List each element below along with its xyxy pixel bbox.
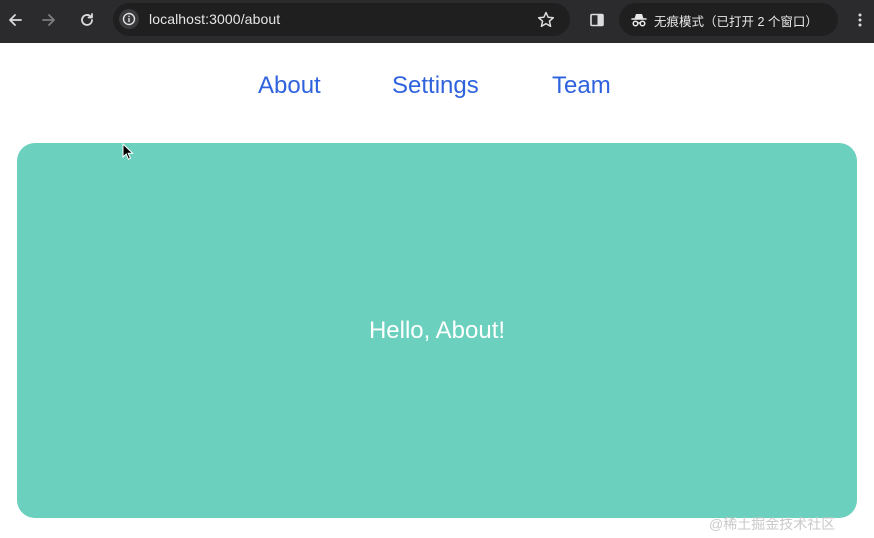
- back-button[interactable]: [4, 9, 26, 31]
- incognito-label: 无痕模式（已打开 2 个窗口）: [654, 15, 818, 29]
- side-panel-button[interactable]: [586, 9, 608, 31]
- address-bar[interactable]: localhost:3000/about: [113, 3, 570, 36]
- arrow-left-icon: [9, 14, 22, 26]
- card-message: Hello, About!: [368, 317, 506, 344]
- nav-link-team[interactable]: Team: [552, 72, 611, 100]
- mouse-cursor-icon: [122, 143, 134, 160]
- url-text[interactable]: localhost:3000/about: [149, 11, 280, 27]
- incognito-icon: [631, 14, 647, 27]
- more-vert-icon: [858, 13, 862, 27]
- nav-link-about[interactable]: About: [258, 72, 321, 100]
- browser-toolbar: localhost:3000/about 无痕模式（已打开 2 个窗口）: [0, 0, 874, 43]
- site-info-button[interactable]: [119, 9, 139, 29]
- star-icon[interactable]: [536, 10, 556, 30]
- page-nav: About Settings Team: [0, 72, 874, 102]
- info-icon: [122, 12, 136, 26]
- reload-button[interactable]: [76, 9, 98, 31]
- watermark-text: @稀土掘金技术社区: [709, 516, 836, 532]
- reload-icon: [81, 13, 93, 26]
- content-card: Hello, About!: [17, 143, 857, 518]
- nav-link-settings[interactable]: Settings: [392, 72, 479, 100]
- browser-menu-button[interactable]: [849, 9, 871, 31]
- incognito-indicator[interactable]: 无痕模式（已打开 2 个窗口）: [619, 3, 838, 36]
- forward-button[interactable]: [38, 9, 60, 31]
- arrow-right-icon: [42, 14, 55, 26]
- side-panel-icon: [590, 13, 604, 27]
